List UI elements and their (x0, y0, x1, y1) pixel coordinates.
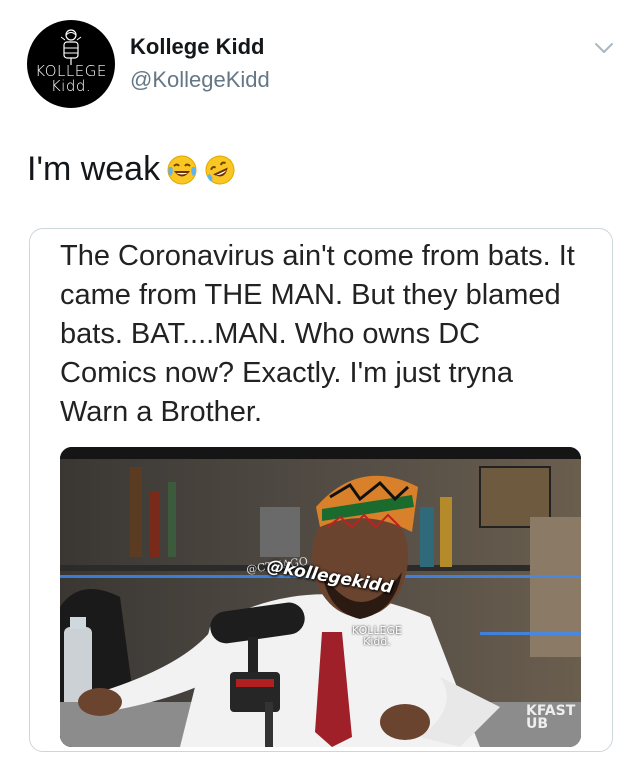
rolling-on-floor-laughing-icon (205, 155, 235, 184)
studio-logo-line-2: UB (526, 716, 549, 732)
tweet-body: I'm weak (27, 150, 161, 188)
video-still[interactable]: @CTHAGO @kollegekidd KOLLEGE Kidd. KFAST… (60, 447, 581, 747)
image-caption: The Coronavirus ain't come from bats. It… (60, 240, 575, 428)
avatar-logo-line-2: Kidd. (50, 77, 92, 95)
studio-logo: KFAST UB (526, 704, 575, 732)
watermark-brand: KOLLEGE Kidd. (352, 625, 402, 647)
watermark-brand-line-2: Kidd. (363, 635, 391, 648)
author-display-name[interactable]: Kollege Kidd (130, 34, 264, 60)
avatar-logo-text: KOLLEGE Kidd. (27, 64, 115, 94)
author-handle[interactable]: @KollegeKidd (130, 67, 270, 93)
avatar[interactable]: KOLLEGE Kidd. (27, 20, 115, 108)
tweet-text: I'm weak (27, 150, 236, 189)
video-scene (60, 447, 581, 747)
face-with-tears-of-joy-icon (167, 155, 197, 184)
chevron-down-icon[interactable] (592, 40, 616, 56)
quoted-image-card[interactable]: The Coronavirus ain't come from bats. It… (29, 228, 613, 752)
